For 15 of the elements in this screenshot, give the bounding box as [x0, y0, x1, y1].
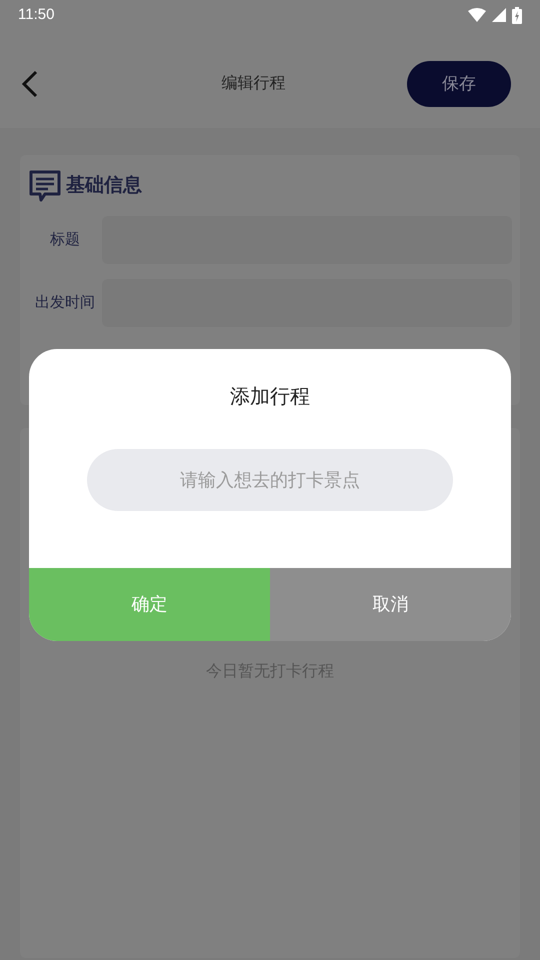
- input-field[interactable]: 请输入想去的打卡景点: [87, 449, 453, 511]
- status-time: 11:50: [18, 4, 54, 25]
- field-label: 标题: [49, 230, 81, 250]
- page-title: 编辑行程: [222, 74, 286, 94]
- section-heading: 基础信息: [66, 174, 142, 198]
- message-icon: [28, 169, 62, 203]
- field-label: 出发时间: [34, 292, 96, 313]
- confirm-button[interactable]: 确定: [29, 568, 270, 641]
- signal-icon: [492, 8, 506, 22]
- back-icon[interactable]: [20, 70, 40, 98]
- wifi-icon: [468, 8, 486, 22]
- save-button[interactable]: 保存: [407, 61, 511, 107]
- cancel-button[interactable]: 取消: [270, 568, 511, 641]
- battery-icon: [512, 6, 522, 24]
- dialog-title: 添加行程: [230, 385, 310, 410]
